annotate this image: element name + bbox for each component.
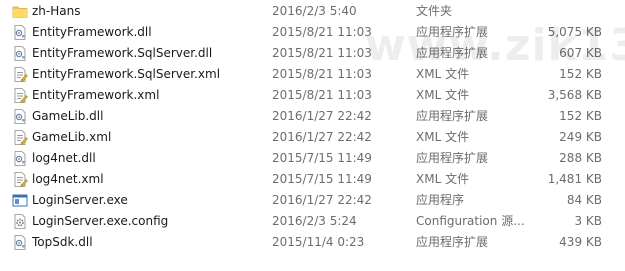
dll-file-icon (12, 235, 28, 250)
file-row[interactable]: EntityFramework.SqlServer.dll 2015/8/21 1… (0, 43, 625, 64)
file-type: XML 文件 (416, 172, 470, 186)
file-name: EntityFramework.dll (32, 25, 152, 39)
file-size: 249 KB (559, 130, 602, 144)
file-type: 应用程序扩展 (416, 25, 489, 39)
file-row[interactable]: GameLib.xml 2016/1/27 22:42 XML 文件 249 KB (0, 127, 625, 148)
file-modified-date: 2016/1/27 22:42 (272, 130, 372, 144)
file-name: LoginServer.exe (32, 193, 128, 207)
file-size: 5,075 KB (547, 25, 602, 39)
file-name: EntityFramework.SqlServer.dll (32, 46, 213, 60)
file-modified-date: 2016/1/27 22:42 (272, 109, 372, 123)
dll-file-icon (12, 109, 28, 124)
file-icon-cell (12, 22, 28, 43)
file-type: XML 文件 (416, 88, 470, 102)
file-type: XML 文件 (416, 130, 470, 144)
xml-file-icon (12, 88, 28, 103)
dll-file-icon (12, 151, 28, 166)
file-size: 607 KB (559, 46, 602, 60)
dll-file-icon (12, 46, 28, 61)
file-name: EntityFramework.xml (32, 88, 160, 102)
file-size (520, 1, 602, 22)
file-name: EntityFramework.SqlServer.xml (32, 67, 221, 81)
file-size: 152 KB (559, 67, 602, 81)
file-modified-date: 2015/11/4 0:23 (272, 235, 365, 249)
file-row[interactable]: LoginServer.exe.config 2016/2/3 5:24 Confi… (0, 211, 625, 232)
file-modified-date: 2015/7/15 11:49 (272, 172, 372, 186)
file-type: 应用程序扩展 (416, 46, 489, 60)
file-name: log4net.xml (32, 172, 104, 186)
file-type: 文件夹 (416, 4, 453, 18)
file-row[interactable]: TopSdk.dll 2015/11/4 0:23 应用程序扩展 439 KB (0, 232, 625, 253)
file-name: LoginServer.exe.config (32, 214, 169, 228)
exe-file-icon (12, 193, 28, 208)
file-icon-cell (12, 190, 28, 211)
file-modified-date: 2015/7/15 11:49 (272, 151, 372, 165)
file-size: 3,568 KB (547, 88, 602, 102)
file-name: zh-Hans (32, 4, 81, 18)
file-size: 1,481 KB (547, 172, 602, 186)
dll-file-icon (12, 25, 28, 40)
xml-file-icon (12, 67, 28, 82)
file-row[interactable]: log4net.dll 2015/7/15 11:49 应用程序扩展 288 KB (0, 148, 625, 169)
file-modified-date: 2016/2/3 5:40 (272, 4, 357, 18)
file-size: 439 KB (559, 235, 602, 249)
file-type: 应用程序 (416, 193, 465, 207)
file-row[interactable]: GameLib.dll 2016/1/27 22:42 应用程序扩展 152 KB (0, 106, 625, 127)
file-row[interactable]: EntityFramework.SqlServer.xml 2015/8/21 1… (0, 64, 625, 85)
file-icon-cell (12, 43, 28, 64)
file-row[interactable]: zh-Hans 2016/2/3 5:40 文件夹 (0, 1, 625, 22)
file-modified-date: 2015/8/21 11:03 (272, 46, 372, 60)
config-file-icon (12, 214, 28, 229)
file-row[interactable]: EntityFramework.xml 2015/8/21 11:03 XML 文件… (0, 85, 625, 106)
file-list: zh-Hans 2016/2/3 5:40 文件夹 EntityFramework.d… (0, 1, 625, 253)
file-type: 应用程序扩展 (416, 151, 489, 165)
file-name: log4net.dll (32, 151, 96, 165)
file-icon-cell (12, 85, 28, 106)
file-type: XML 文件 (416, 67, 470, 81)
file-row[interactable]: LoginServer.exe 2016/1/27 22:42 应用程序 84 KB (0, 190, 625, 211)
file-icon-cell (12, 169, 28, 190)
file-name: GameLib.dll (32, 109, 104, 123)
file-modified-date: 2015/8/21 11:03 (272, 67, 372, 81)
file-icon-cell (12, 106, 28, 127)
file-modified-date: 2016/1/27 22:42 (272, 193, 372, 207)
file-modified-date: 2015/8/21 11:03 (272, 25, 372, 39)
file-name: GameLib.xml (32, 130, 112, 144)
file-size: 84 KB (566, 193, 602, 207)
file-size: 152 KB (559, 109, 602, 123)
file-icon-cell (12, 148, 28, 169)
file-icon-cell (12, 127, 28, 148)
file-name: TopSdk.dll (32, 235, 93, 249)
file-modified-date: 2015/8/21 11:03 (272, 88, 372, 102)
xml-file-icon (12, 172, 28, 187)
xml-file-icon (12, 130, 28, 145)
file-modified-date: 2016/2/3 5:24 (272, 214, 357, 228)
file-icon-cell (12, 232, 28, 253)
file-type: Configuration 源... (416, 214, 525, 228)
file-row[interactable]: log4net.xml 2015/7/15 11:49 XML 文件 1,481 KB (0, 169, 625, 190)
file-type: 应用程序扩展 (416, 235, 489, 249)
file-size: 3 KB (574, 214, 602, 228)
file-icon-cell (12, 1, 28, 22)
file-size: 288 KB (559, 151, 602, 165)
file-icon-cell (12, 211, 28, 232)
folder-icon (12, 4, 28, 19)
file-icon-cell (12, 64, 28, 85)
file-type: 应用程序扩展 (416, 109, 489, 123)
file-row[interactable]: EntityFramework.dll 2015/8/21 11:03 应用程序扩展… (0, 22, 625, 43)
